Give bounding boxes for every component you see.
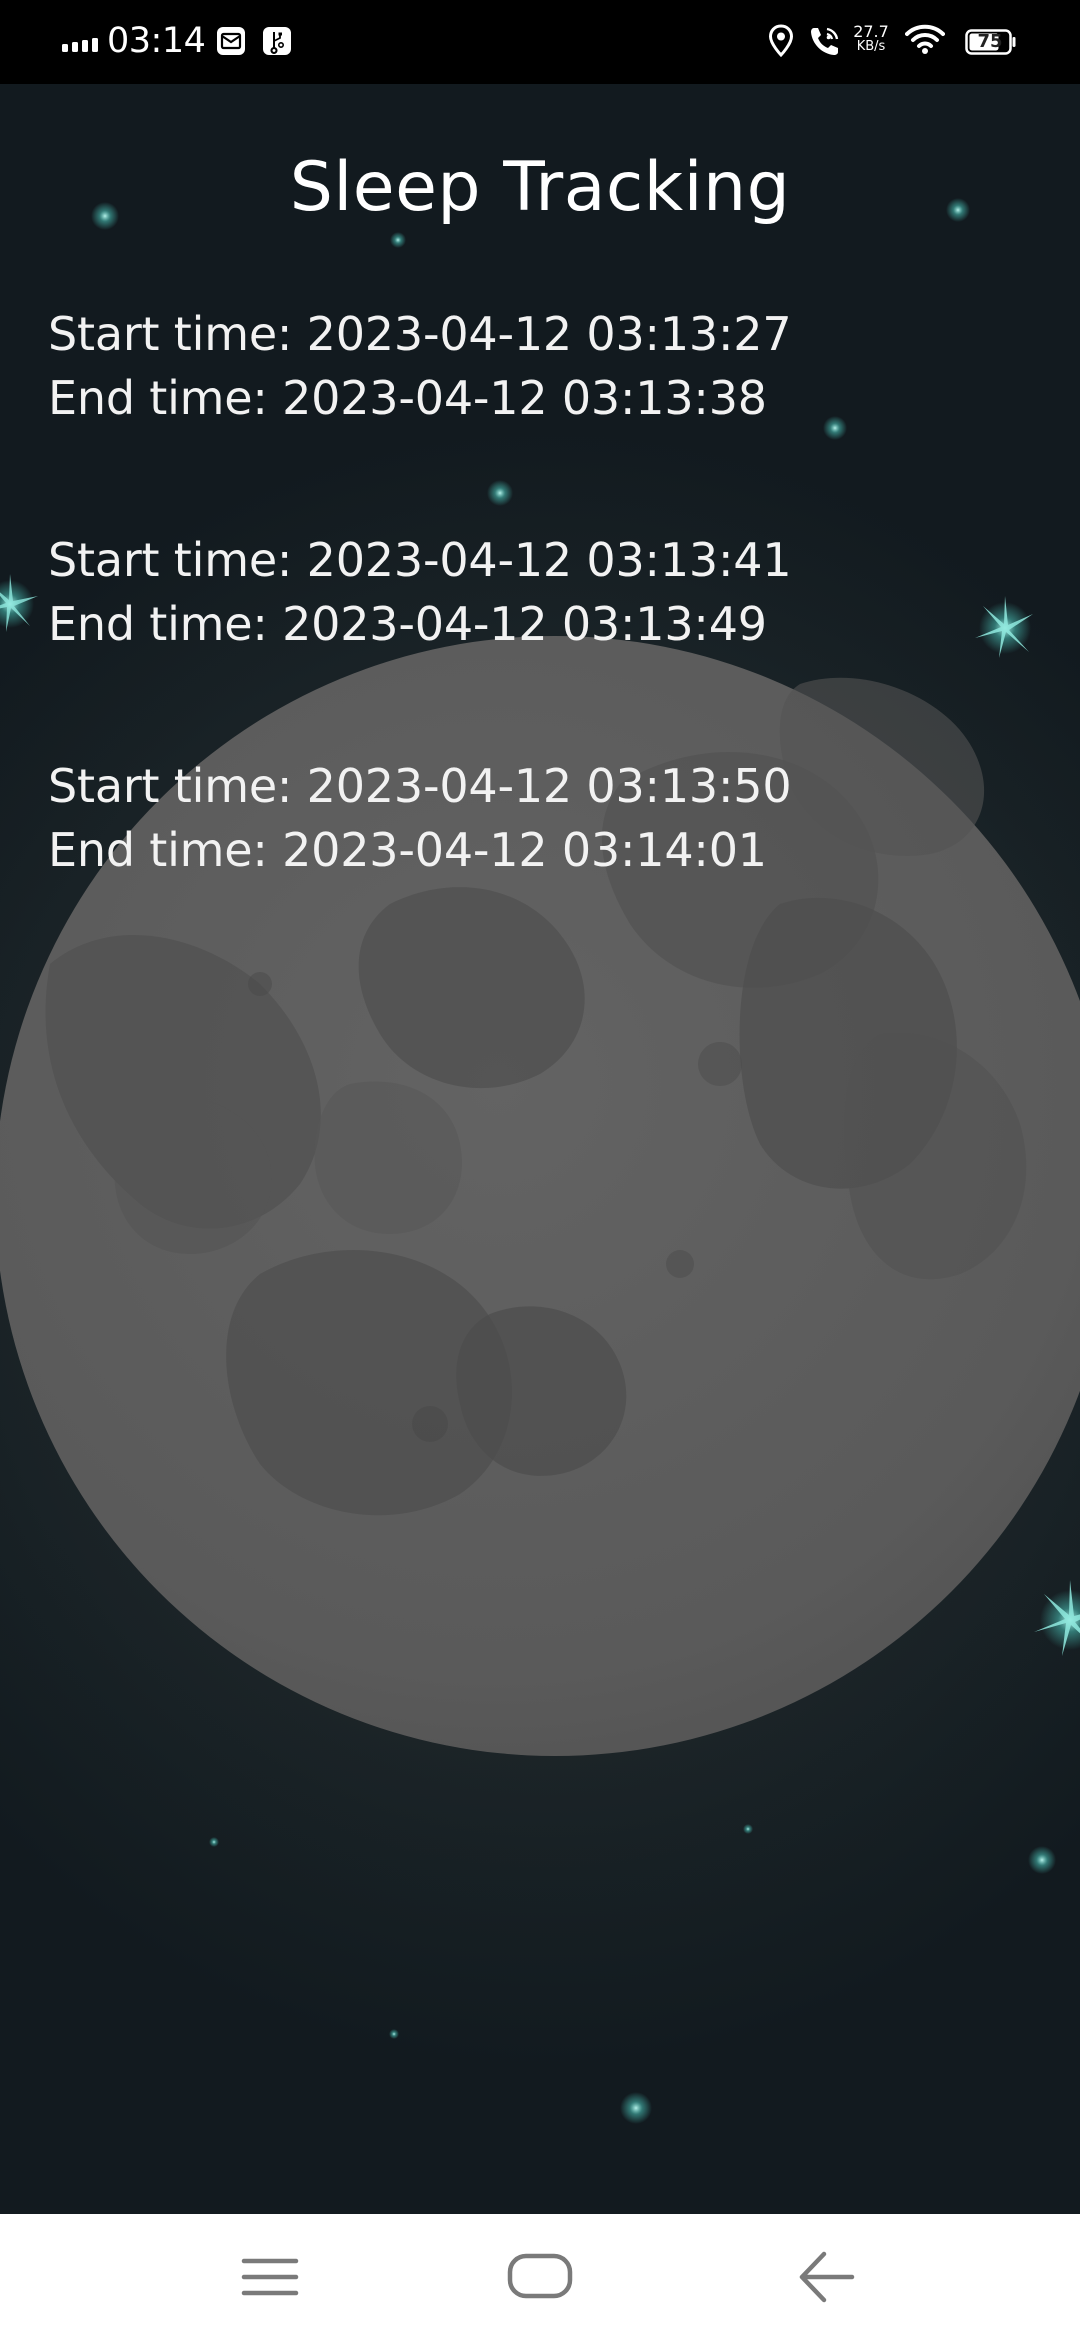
- sleep-tracking-screen: Sleep Tracking Start time: 2023-04-12 03…: [0, 84, 1080, 2214]
- usb-icon: [263, 27, 291, 55]
- start-time-label: Start time:: [48, 759, 293, 813]
- page-title: Sleep Tracking: [289, 148, 791, 227]
- home-icon[interactable]: [480, 2234, 600, 2320]
- sleep-entry: Start time: 2023-04-12 03:13:27 End time…: [48, 302, 792, 430]
- start-time-label: Start time:: [48, 533, 293, 587]
- network-speed-value: 27.7: [853, 22, 889, 41]
- network-speed: 27.7 KB/s: [851, 24, 891, 54]
- start-time-value: 2023-04-12 03:13:50: [306, 759, 792, 813]
- end-time-label: End time:: [48, 371, 268, 425]
- end-time-row: End time: 2023-04-12 03:13:49: [48, 592, 791, 656]
- end-time-value: 2023-04-12 03:14:01: [282, 823, 767, 877]
- back-icon[interactable]: [764, 2234, 884, 2320]
- sleep-entry: Start time: 2023-04-12 03:13:41 End time…: [48, 528, 792, 656]
- system-navigation-bar: [0, 2214, 1080, 2340]
- menu-icon[interactable]: [210, 2234, 330, 2320]
- network-speed-unit: KB/s: [856, 39, 886, 54]
- start-time-value: 2023-04-12 03:13:41: [306, 533, 792, 587]
- end-time-value: 2023-04-12 03:13:49: [282, 597, 767, 651]
- end-time-row: End time: 2023-04-12 03:14:01: [48, 818, 791, 882]
- start-time-value: 2023-04-12 03:13:27: [306, 307, 792, 361]
- end-time-row: End time: 2023-04-12 03:13:38: [48, 366, 791, 430]
- wifi-calling-icon: [811, 27, 839, 55]
- start-time-label: Start time:: [48, 307, 293, 361]
- wifi-icon: [905, 24, 945, 54]
- start-time-row: Start time: 2023-04-12 03:13:50: [48, 754, 792, 818]
- end-time-label: End time:: [48, 823, 268, 877]
- signal-bars-icon: [62, 38, 98, 52]
- end-time-value: 2023-04-12 03:13:38: [282, 371, 767, 425]
- battery-level: 75: [977, 31, 1003, 52]
- status-bar: 03:14 27.7 KB/s 75: [0, 0, 1080, 84]
- status-time: 03:14: [107, 21, 206, 61]
- sleep-entry: Start time: 2023-04-12 03:13:50 End time…: [48, 754, 792, 882]
- location-icon: [768, 24, 794, 58]
- mail-icon: [217, 27, 245, 55]
- end-time-label: End time:: [48, 597, 268, 651]
- start-time-row: Start time: 2023-04-12 03:13:27: [48, 302, 792, 366]
- start-time-row: Start time: 2023-04-12 03:13:41: [48, 528, 792, 592]
- phone-screen: 03:14 27.7 KB/s 75 Sleep Tracking Start …: [0, 0, 1080, 2340]
